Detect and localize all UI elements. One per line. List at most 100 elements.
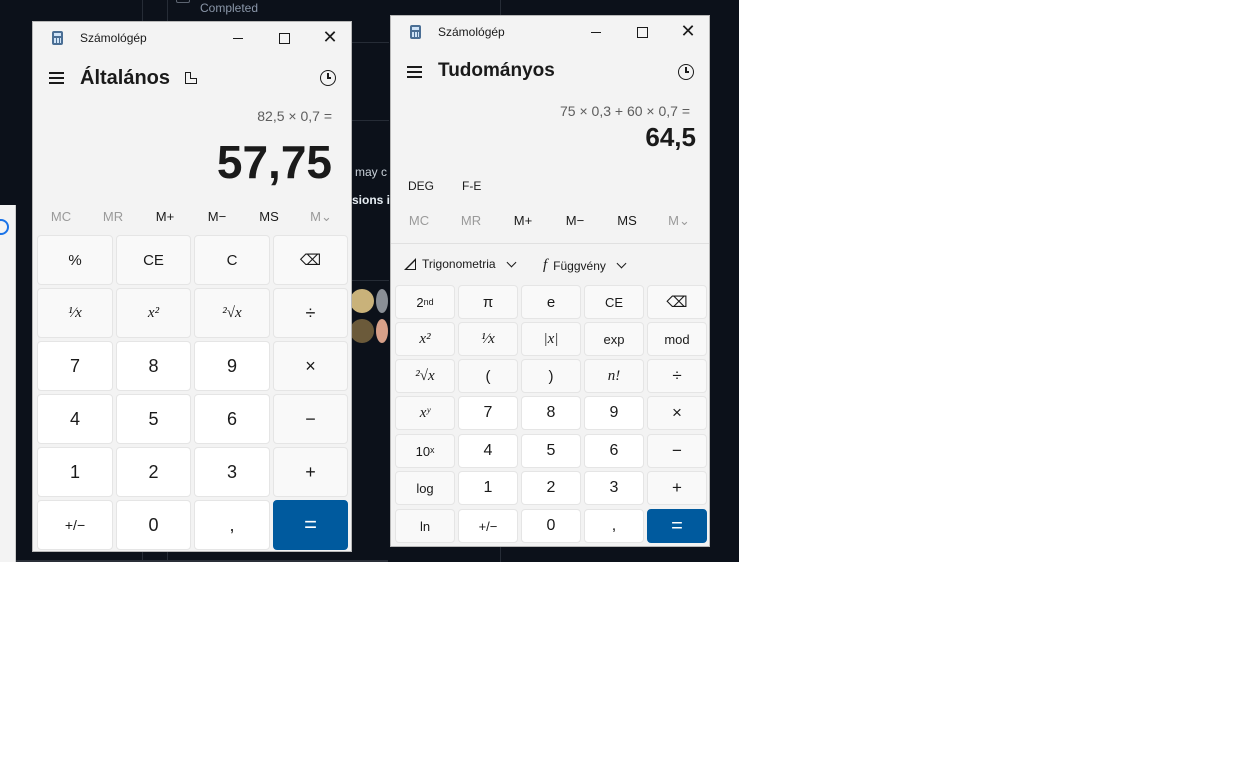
- power-key[interactable]: xʸ: [395, 396, 455, 430]
- add-key[interactable]: +: [647, 471, 707, 505]
- memory-subtract-button[interactable]: M−: [191, 209, 243, 225]
- digit-9-key[interactable]: 9: [584, 396, 644, 430]
- square-key[interactable]: x²: [116, 288, 191, 338]
- equals-key[interactable]: =: [647, 509, 707, 543]
- digit-6-key[interactable]: 6: [584, 434, 644, 468]
- ln-key[interactable]: ln: [395, 509, 455, 543]
- minimize-icon: [591, 31, 601, 33]
- divide-key[interactable]: ÷: [647, 359, 707, 393]
- subtract-key[interactable]: −: [273, 394, 348, 444]
- history-icon[interactable]: [678, 64, 694, 80]
- mod-key[interactable]: mod: [647, 322, 707, 356]
- pi-key[interactable]: π: [458, 285, 518, 319]
- right-paren-key[interactable]: ): [521, 359, 581, 393]
- mode-title: Tudományos: [438, 60, 555, 81]
- digit-8-key[interactable]: 8: [521, 396, 581, 430]
- avatar[interactable]: [376, 319, 388, 343]
- close-button[interactable]: ✕: [665, 16, 709, 48]
- equals-key[interactable]: =: [273, 500, 348, 550]
- euler-key[interactable]: e: [521, 285, 581, 319]
- fixed-exponent-button[interactable]: F-E: [462, 179, 481, 193]
- digit-8-key[interactable]: 8: [116, 341, 191, 391]
- angle-unit-button[interactable]: DEG: [408, 179, 434, 193]
- digit-5-key[interactable]: 5: [116, 394, 191, 444]
- digit-4-key[interactable]: 4: [458, 434, 518, 468]
- digit-3-key[interactable]: 3: [584, 471, 644, 505]
- divide-key[interactable]: ÷: [273, 288, 348, 338]
- digit-9-key[interactable]: 9: [194, 341, 270, 391]
- title-bar[interactable]: Számológép ✕: [33, 22, 351, 54]
- minimize-button[interactable]: [573, 16, 619, 48]
- ten-power-key[interactable]: 10ˣ: [395, 434, 455, 468]
- digit-7-key[interactable]: 7: [37, 341, 113, 391]
- clear-key[interactable]: C: [194, 235, 270, 285]
- negate-key[interactable]: +/−: [458, 509, 518, 543]
- memory-store-button[interactable]: MS: [601, 213, 653, 229]
- digit-3-key[interactable]: 3: [194, 447, 270, 497]
- decimal-key[interactable]: ,: [584, 509, 644, 543]
- square-root-key[interactable]: ²√x: [194, 288, 270, 338]
- negate-key[interactable]: +/−: [37, 500, 113, 550]
- minimize-button[interactable]: [215, 22, 261, 54]
- reciprocal-key[interactable]: ¹⁄x: [37, 288, 113, 338]
- avatar[interactable]: [376, 289, 388, 313]
- navigation-menu-button[interactable]: [49, 72, 65, 84]
- absolute-value-key[interactable]: |x|: [521, 322, 581, 356]
- function-icon: f: [543, 257, 548, 273]
- digit-2-key[interactable]: 2: [116, 447, 191, 497]
- avatar[interactable]: [350, 319, 374, 343]
- digit-1-key[interactable]: 1: [458, 471, 518, 505]
- digit-0-key[interactable]: 0: [521, 509, 581, 543]
- circle-icon: [0, 219, 9, 235]
- memory-clear-button[interactable]: MC: [393, 213, 445, 229]
- square-key[interactable]: x²: [395, 322, 455, 356]
- trigonometry-dropdown[interactable]: Trigonometria: [404, 257, 517, 271]
- clear-entry-key[interactable]: CE: [116, 235, 191, 285]
- result-display: 64,5: [645, 122, 696, 152]
- memory-add-button[interactable]: M+: [139, 209, 191, 225]
- square-root-key[interactable]: ²√x: [395, 359, 455, 393]
- maximize-button[interactable]: [261, 22, 307, 54]
- title-bar[interactable]: Számológép ✕: [391, 16, 709, 48]
- memory-list-button[interactable]: M⌄: [653, 213, 705, 229]
- second-function-key[interactable]: 2nd: [395, 285, 455, 319]
- subtract-key[interactable]: −: [647, 434, 707, 468]
- backspace-key[interactable]: ⌫: [647, 285, 707, 319]
- memory-store-button[interactable]: MS: [243, 209, 295, 225]
- backspace-icon: ⌫: [666, 294, 688, 311]
- clear-entry-key[interactable]: CE: [584, 285, 644, 319]
- side-panel: [0, 205, 16, 562]
- memory-subtract-button[interactable]: M−: [549, 213, 601, 229]
- keep-on-top-icon[interactable]: [185, 72, 197, 84]
- log-key[interactable]: log: [395, 471, 455, 505]
- multiply-key[interactable]: ×: [273, 341, 348, 391]
- function-dropdown[interactable]: f Függvény: [543, 257, 627, 274]
- digit-1-key[interactable]: 1: [37, 447, 113, 497]
- close-button[interactable]: ✕: [307, 22, 351, 54]
- memory-recall-button[interactable]: MR: [87, 209, 139, 225]
- percent-key[interactable]: %: [37, 235, 113, 285]
- reciprocal-key[interactable]: ¹⁄x: [458, 322, 518, 356]
- multiply-key[interactable]: ×: [647, 396, 707, 430]
- close-icon: ✕: [322, 27, 338, 48]
- digit-0-key[interactable]: 0: [116, 500, 191, 550]
- digit-2-key[interactable]: 2: [521, 471, 581, 505]
- avatar[interactable]: [350, 289, 374, 313]
- memory-add-button[interactable]: M+: [497, 213, 549, 229]
- digit-7-key[interactable]: 7: [458, 396, 518, 430]
- add-key[interactable]: +: [273, 447, 348, 497]
- backspace-key[interactable]: ⌫: [273, 235, 348, 285]
- memory-list-button[interactable]: M⌄: [295, 209, 347, 225]
- navigation-menu-button[interactable]: [407, 66, 423, 78]
- maximize-button[interactable]: [619, 16, 665, 48]
- exp-key[interactable]: exp: [584, 322, 644, 356]
- memory-recall-button[interactable]: MR: [445, 213, 497, 229]
- digit-4-key[interactable]: 4: [37, 394, 113, 444]
- factorial-key[interactable]: n!: [584, 359, 644, 393]
- digit-6-key[interactable]: 6: [194, 394, 270, 444]
- left-paren-key[interactable]: (: [458, 359, 518, 393]
- history-icon[interactable]: [320, 70, 336, 86]
- digit-5-key[interactable]: 5: [521, 434, 581, 468]
- decimal-key[interactable]: ,: [194, 500, 270, 550]
- memory-clear-button[interactable]: MC: [35, 209, 87, 225]
